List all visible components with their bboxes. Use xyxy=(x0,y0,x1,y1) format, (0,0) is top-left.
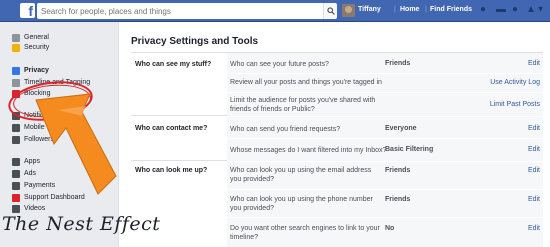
apps-icon xyxy=(12,158,20,166)
activity-log-link[interactable]: Use Activity Log xyxy=(490,79,540,86)
timeline-icon xyxy=(12,79,20,87)
setting-value: Friends xyxy=(385,167,411,174)
setting-row[interactable]: Review all your posts and things you're … xyxy=(227,74,543,93)
setting-value: Everyone xyxy=(385,125,417,132)
section-label: Who can contact me? xyxy=(135,125,208,132)
setting-row[interactable]: Who can send you friend requests? Everyo… xyxy=(227,117,543,139)
setting-row[interactable]: Do you want other search engines to link… xyxy=(227,218,543,247)
edit-link[interactable]: Edit xyxy=(528,196,540,203)
profile-link[interactable]: Tiffany xyxy=(358,6,381,13)
ads-icon xyxy=(12,170,20,178)
phone-icon xyxy=(12,124,20,132)
edit-link[interactable]: Edit xyxy=(528,146,540,153)
divider: | xyxy=(425,6,427,13)
setting-question: Who can look you up using the email addr… xyxy=(230,167,372,183)
setting-question: Review all your posts and things you're … xyxy=(230,79,382,86)
edit-link[interactable]: Edit xyxy=(528,125,540,132)
setting-row[interactable]: Who can look you up using the email addr… xyxy=(227,162,543,190)
page-title: Privacy Settings and Tools xyxy=(131,36,259,47)
edit-link[interactable]: Edit xyxy=(528,167,540,174)
search-icon xyxy=(327,7,335,15)
setting-question: Do you want other search engines to link… xyxy=(230,225,380,241)
avatar[interactable] xyxy=(342,4,355,17)
rss-icon xyxy=(12,136,20,144)
setting-question: Who can look you up using the phone numb… xyxy=(230,196,373,212)
account-menu-icon[interactable]: ▾ xyxy=(538,5,543,15)
setting-value: Friends xyxy=(385,196,411,203)
lock-icon xyxy=(12,67,20,75)
sidebar-item-privacy[interactable]: Privacy xyxy=(12,67,49,77)
shield-icon xyxy=(12,44,20,52)
setting-question: Limit the audience for posts you've shar… xyxy=(230,97,376,113)
divider: | xyxy=(394,6,396,13)
setting-question: Whose messages do I want filtered into m… xyxy=(230,147,387,154)
gear-icon xyxy=(12,34,20,42)
limit-past-posts-link[interactable]: Limit Past Posts xyxy=(490,101,540,108)
notifications-icon[interactable]: ● xyxy=(512,5,518,15)
setting-question: Who can see your future posts? xyxy=(230,61,329,68)
sidebar-item-security[interactable]: Security xyxy=(12,44,49,54)
setting-value: Friends xyxy=(385,60,411,67)
credit-card-icon xyxy=(12,182,20,190)
setting-row[interactable]: Who can look you up using the phone numb… xyxy=(227,190,543,218)
setting-question: Who can send you friend requests? xyxy=(230,126,341,133)
friend-requests-icon[interactable]: ● xyxy=(480,5,486,15)
video-icon xyxy=(12,205,20,213)
support-icon xyxy=(12,194,20,202)
search-button[interactable] xyxy=(323,3,337,19)
edit-link[interactable]: Edit xyxy=(528,225,540,232)
setting-value: Basic Filtering xyxy=(385,146,434,153)
section-label: Who can look me up? xyxy=(135,167,208,174)
edit-link[interactable]: Edit xyxy=(528,60,540,67)
find-friends-link[interactable]: Find Friends xyxy=(430,6,472,13)
setting-row[interactable]: Limit the audience for posts you've shar… xyxy=(227,93,543,116)
setting-row[interactable]: Who can see your future posts? Friends E… xyxy=(227,53,543,74)
privacy-settings-panel: Privacy Settings and Tools Who can see m… xyxy=(118,22,550,247)
search-input[interactable] xyxy=(37,3,336,19)
facebook-logo[interactable]: f xyxy=(20,3,35,19)
setting-row[interactable]: Whose messages do I want filtered into m… xyxy=(227,139,543,161)
watermark: The Nest Effect xyxy=(2,213,161,235)
section-who-can-look-up: Who can look me up? Who can look you up … xyxy=(131,162,543,247)
sidebar-item-general[interactable]: General xyxy=(12,34,49,44)
messages-icon[interactable]: ▬ xyxy=(496,5,506,15)
section-who-can-contact: Who can contact me? Who can send you fri… xyxy=(131,117,543,161)
setting-value: No xyxy=(385,225,395,232)
section-label: Who can see my stuff? xyxy=(135,61,212,68)
privacy-shortcuts-icon[interactable]: ▲ xyxy=(526,5,536,15)
section-who-can-see: Who can see my stuff? Who can see your f… xyxy=(131,53,543,116)
home-link[interactable]: Home xyxy=(400,6,419,13)
annotation-arrow xyxy=(35,93,117,195)
top-bar: f Tiffany | Home | Find Friends ● ▬ ● ▲ … xyxy=(0,0,550,22)
